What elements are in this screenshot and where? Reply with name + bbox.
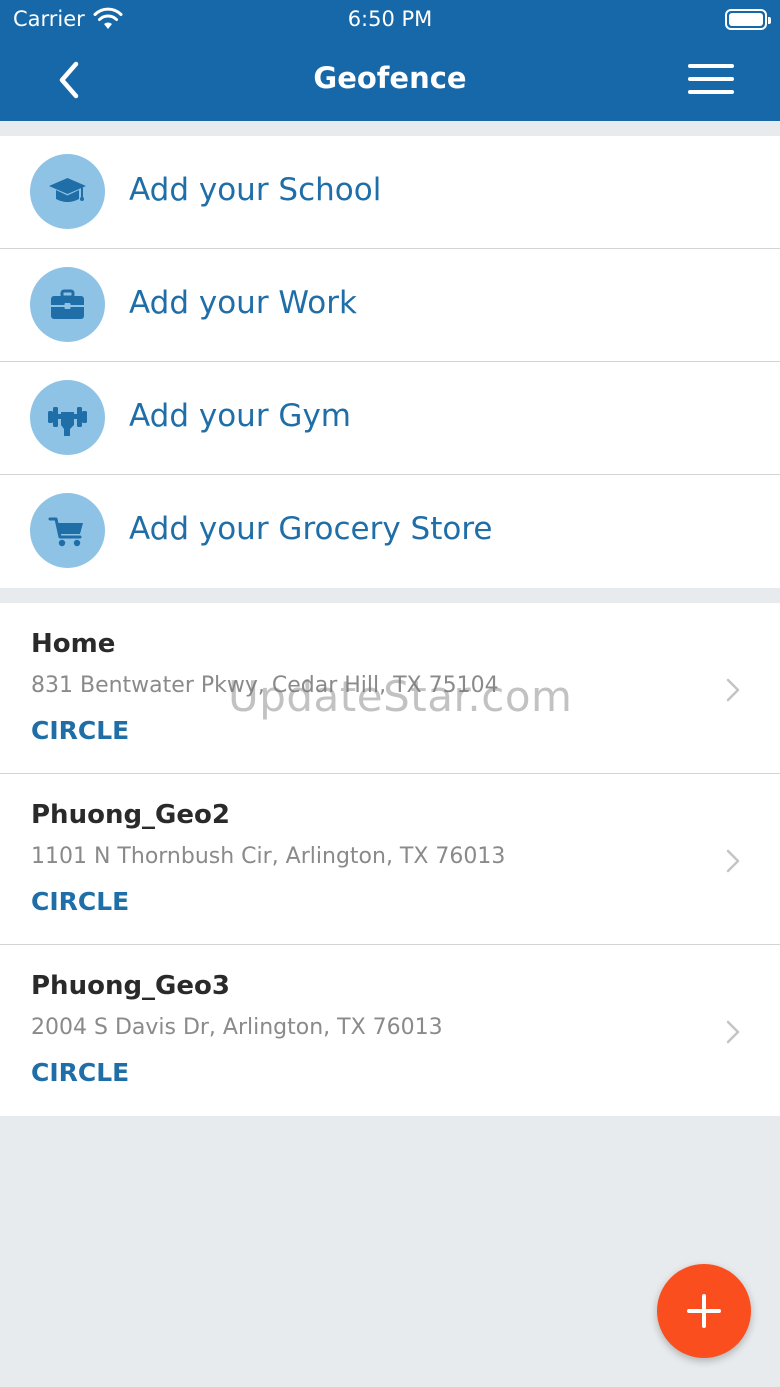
geofence-name: Home — [31, 629, 116, 659]
geofence-type: CIRCLE — [31, 887, 130, 916]
add-grocery-store-item[interactable]: Add your Grocery Store — [0, 475, 780, 588]
chevron-right-icon — [726, 1020, 740, 1044]
geofence-name: Phuong_Geo3 — [31, 971, 230, 1001]
geofence-type: CIRCLE — [31, 716, 130, 745]
add-gym-label: Add your Gym — [129, 398, 351, 434]
dumbbell-icon — [30, 380, 105, 455]
geofence-address: 2004 S Davis Dr, Arlington, TX 76013 — [31, 1015, 443, 1040]
shopping-cart-icon — [30, 493, 105, 568]
chevron-right-icon — [726, 849, 740, 873]
add-school-item[interactable]: Add your School — [0, 136, 780, 249]
add-school-label: Add your School — [129, 172, 382, 208]
geofence-row[interactable]: Phuong_Geo3 2004 S Davis Dr, Arlington, … — [0, 945, 780, 1116]
add-work-label: Add your Work — [129, 285, 357, 321]
nav-bar: Carrier 6:50 PM Geofence — [0, 0, 780, 121]
page-title: Geofence — [313, 61, 467, 95]
battery-icon — [725, 9, 771, 30]
geofence-name: Phuong_Geo2 — [31, 800, 230, 830]
briefcase-icon — [30, 267, 105, 342]
quick-add-list: Add your School Add your Work Add your G… — [0, 136, 780, 588]
geofence-type: CIRCLE — [31, 1058, 130, 1087]
graduation-cap-icon — [30, 154, 105, 229]
geofence-row[interactable]: Phuong_Geo2 1101 N Thornbush Cir, Arling… — [0, 774, 780, 945]
add-gym-item[interactable]: Add your Gym — [0, 362, 780, 475]
add-work-item[interactable]: Add your Work — [0, 249, 780, 362]
chevron-right-icon — [726, 678, 740, 702]
watermark: UpdateStar.com — [228, 672, 573, 721]
add-grocery-store-label: Add your Grocery Store — [129, 511, 493, 547]
status-bar: Carrier 6:50 PM — [0, 0, 780, 40]
clock: 6:50 PM — [347, 7, 433, 31]
geofence-address: 1101 N Thornbush Cir, Arlington, TX 7601… — [31, 844, 506, 869]
add-geofence-button[interactable] — [657, 1264, 751, 1358]
hamburger-menu-icon[interactable] — [688, 64, 736, 96]
